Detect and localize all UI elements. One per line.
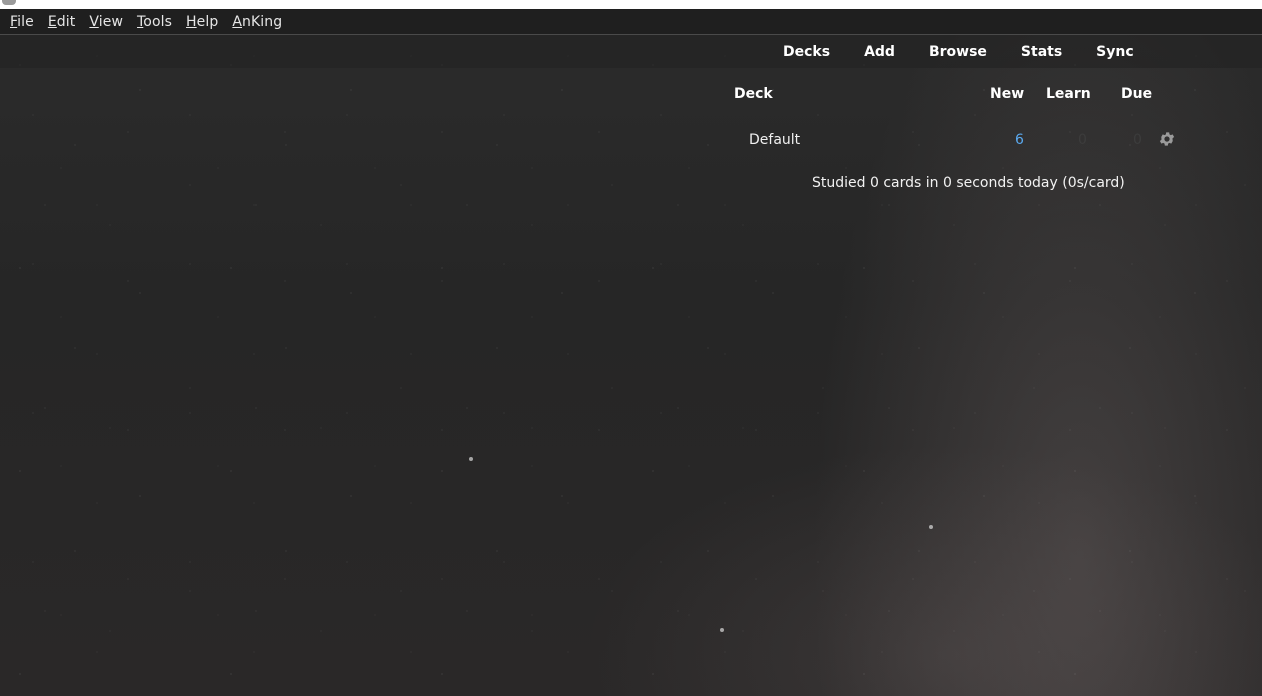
add-link[interactable]: Add xyxy=(847,44,912,60)
gear-icon[interactable] xyxy=(1158,130,1176,148)
menu-anking[interactable]: AnKing xyxy=(226,12,288,32)
due-count: 0 xyxy=(1133,132,1142,148)
star-field-secondary xyxy=(0,35,1262,696)
menu-view-label: iew xyxy=(98,13,124,30)
toolbar-links: Decks Add Browse Stats Sync xyxy=(766,35,1151,68)
menu-anking-label: nKing xyxy=(242,13,283,30)
menubar: File Edit View Tools Help AnKing xyxy=(0,9,1262,34)
menu-view-mnemonic: V xyxy=(89,13,99,30)
menu-file-label: ile xyxy=(17,13,34,30)
browse-link[interactable]: Browse xyxy=(912,44,1004,60)
gear-icon-svg xyxy=(1159,132,1175,146)
menu-help-label: elp xyxy=(196,13,219,30)
menu-edit-mnemonic: E xyxy=(47,13,57,30)
window-titlebar xyxy=(0,0,1262,9)
bright-star xyxy=(469,457,473,461)
decks-link[interactable]: Decks xyxy=(766,44,847,60)
learn-count: 0 xyxy=(1078,132,1087,148)
menu-tools[interactable]: Tools xyxy=(131,12,178,32)
sync-link[interactable]: Sync xyxy=(1079,44,1150,60)
menu-help-mnemonic: H xyxy=(186,13,197,30)
menu-edit[interactable]: Edit xyxy=(42,12,82,32)
starry-background xyxy=(0,35,1262,696)
studied-summary: Studied 0 cards in 0 seconds today (0s/c… xyxy=(812,175,1125,191)
menu-view[interactable]: View xyxy=(83,12,129,32)
header-learn: Learn xyxy=(1046,86,1091,102)
bright-star xyxy=(720,628,724,632)
deck-name-default[interactable]: Default xyxy=(749,132,800,148)
menu-help[interactable]: Help xyxy=(180,12,224,32)
header-deck: Deck xyxy=(734,86,773,102)
app-icon xyxy=(2,0,16,5)
header-new: New xyxy=(990,86,1025,102)
new-count: 6 xyxy=(1015,132,1024,148)
menu-anking-mnemonic: A xyxy=(232,13,243,30)
top-toolbar: Decks Add Browse Stats Sync xyxy=(0,35,1262,68)
menu-tools-label: ools xyxy=(143,13,173,30)
menu-file[interactable]: File xyxy=(4,12,40,32)
bright-star xyxy=(929,525,933,529)
stats-link[interactable]: Stats xyxy=(1004,44,1079,60)
header-due: Due xyxy=(1121,86,1153,102)
menu-edit-label: dit xyxy=(56,13,76,30)
